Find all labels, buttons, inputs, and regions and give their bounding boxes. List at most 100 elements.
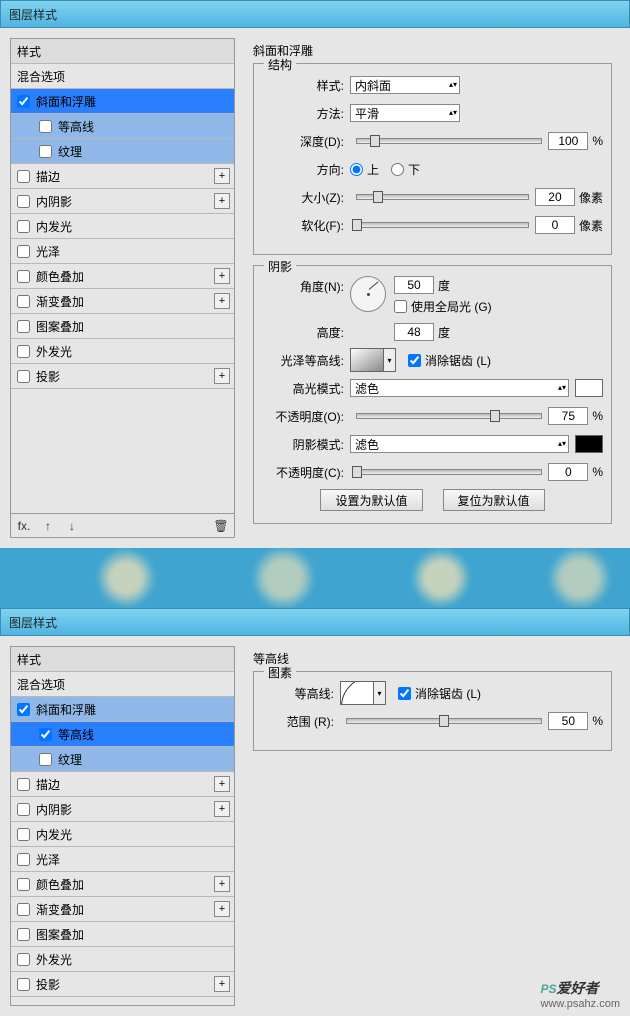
checkbox-satin-2[interactable]	[17, 853, 30, 866]
input-depth[interactable]	[548, 132, 588, 150]
checkbox-bevel-2[interactable]	[17, 703, 30, 716]
add-stroke-button-2[interactable]: +	[214, 776, 230, 792]
sidebar-item-contour-2[interactable]: 等高线	[11, 722, 234, 747]
add-color-overlay-button-2[interactable]: +	[214, 876, 230, 892]
sidebar-blend-options-2[interactable]: 混合选项	[11, 672, 234, 697]
angle-dial[interactable]	[350, 276, 386, 312]
contour-swatch[interactable]	[340, 681, 374, 705]
checkbox-inner-glow-2[interactable]	[17, 828, 30, 841]
slider-shadow-opacity[interactable]	[356, 469, 542, 475]
input-size[interactable]	[535, 188, 575, 206]
move-up-icon[interactable]: ↑	[39, 517, 57, 535]
checkbox-inner-shadow[interactable]	[17, 195, 30, 208]
input-range[interactable]	[548, 712, 588, 730]
sidebar-item-outer-glow[interactable]: 外发光	[11, 339, 234, 364]
input-highlight-opacity[interactable]	[548, 407, 588, 425]
sidebar-item-inner-shadow-2[interactable]: 内阴影 +	[11, 797, 234, 822]
checkbox-texture-2[interactable]	[39, 753, 52, 766]
checkbox-global-light[interactable]: 使用全局光 (G)	[394, 298, 492, 315]
checkbox-satin[interactable]	[17, 245, 30, 258]
add-stroke-button[interactable]: +	[214, 168, 230, 184]
sidebar-item-stroke-2[interactable]: 描边 +	[11, 772, 234, 797]
checkbox-bevel[interactable]	[17, 95, 30, 108]
unit-range: %	[592, 714, 603, 728]
checkbox-inner-glow[interactable]	[17, 220, 30, 233]
sidebar-item-texture-2[interactable]: 纹理	[11, 747, 234, 772]
select-technique[interactable]: 平滑▴▾	[350, 104, 460, 122]
add-inner-shadow-button-2[interactable]: +	[214, 801, 230, 817]
sidebar-item-contour[interactable]: 等高线	[11, 114, 234, 139]
input-soften[interactable]	[535, 216, 575, 234]
add-drop-shadow-button[interactable]: +	[214, 368, 230, 384]
checkbox-color-overlay[interactable]	[17, 270, 30, 283]
input-shadow-opacity[interactable]	[548, 463, 588, 481]
sidebar-item-inner-glow[interactable]: 内发光	[11, 214, 234, 239]
sidebar-item-satin[interactable]: 光泽	[11, 239, 234, 264]
checkbox-inner-shadow-2[interactable]	[17, 803, 30, 816]
checkbox-antialias-contour[interactable]: 消除锯齿 (L)	[398, 685, 481, 702]
checkbox-outer-glow-2[interactable]	[17, 953, 30, 966]
sidebar-item-stroke[interactable]: 描边 +	[11, 164, 234, 189]
sidebar-item-texture[interactable]: 纹理	[11, 139, 234, 164]
fx-menu-icon[interactable]: fx.	[15, 517, 33, 535]
checkbox-gradient-overlay-2[interactable]	[17, 903, 30, 916]
checkbox-pattern-overlay-2[interactable]	[17, 928, 30, 941]
input-altitude[interactable]	[394, 323, 434, 341]
sidebar-item-color-overlay[interactable]: 颜色叠加 +	[11, 264, 234, 289]
add-inner-shadow-button[interactable]: +	[214, 193, 230, 209]
sidebar-item-drop-shadow[interactable]: 投影 +	[11, 364, 234, 389]
slider-soften[interactable]	[356, 222, 529, 228]
checkbox-color-overlay-2[interactable]	[17, 878, 30, 891]
checkbox-texture[interactable]	[39, 145, 52, 158]
select-shadow-mode[interactable]: 滤色▴▾	[350, 435, 569, 453]
sidebar-blend-options[interactable]: 混合选项	[11, 64, 234, 89]
sidebar-item-bevel-2[interactable]: 斜面和浮雕	[11, 697, 234, 722]
slider-highlight-opacity[interactable]	[356, 413, 542, 419]
sidebar-item-outer-glow-2[interactable]: 外发光	[11, 947, 234, 972]
sidebar-item-gradient-overlay-2[interactable]: 渐变叠加 +	[11, 897, 234, 922]
gloss-contour-dropdown[interactable]: ▾	[384, 348, 396, 372]
slider-depth[interactable]	[356, 138, 542, 144]
sidebar-item-bevel[interactable]: 斜面和浮雕	[11, 89, 234, 114]
checkbox-drop-shadow[interactable]	[17, 370, 30, 383]
contour-settings: 等高线 图素 等高线: ▾ 消除锯齿 (L) 范围 (R): %	[245, 646, 620, 1006]
set-default-button[interactable]: 设置为默认值	[320, 489, 422, 511]
add-color-overlay-button[interactable]: +	[214, 268, 230, 284]
sidebar-item-inner-shadow[interactable]: 内阴影 +	[11, 189, 234, 214]
sidebar-item-inner-glow-2[interactable]: 内发光	[11, 822, 234, 847]
label-altitude: 高度:	[262, 324, 350, 341]
add-gradient-overlay-button-2[interactable]: +	[214, 901, 230, 917]
checkbox-antialias-gloss[interactable]: 消除锯齿 (L)	[408, 352, 491, 369]
input-angle[interactable]	[394, 276, 434, 294]
slider-range[interactable]	[346, 718, 542, 724]
contour-dropdown[interactable]: ▾	[374, 681, 386, 705]
select-highlight-mode[interactable]: 滤色▴▾	[350, 379, 569, 397]
reset-default-button[interactable]: 复位为默认值	[443, 489, 545, 511]
checkbox-gradient-overlay[interactable]	[17, 295, 30, 308]
add-gradient-overlay-button[interactable]: +	[214, 293, 230, 309]
add-drop-shadow-button-2[interactable]: +	[214, 976, 230, 992]
checkbox-contour[interactable]	[39, 120, 52, 133]
gloss-contour-swatch[interactable]	[350, 348, 384, 372]
checkbox-outer-glow[interactable]	[17, 345, 30, 358]
checkbox-pattern-overlay[interactable]	[17, 320, 30, 333]
select-style[interactable]: 内斜面▴▾	[350, 76, 460, 94]
checkbox-stroke[interactable]	[17, 170, 30, 183]
highlight-color-swatch[interactable]	[575, 379, 603, 397]
sidebar-item-color-overlay-2[interactable]: 颜色叠加 +	[11, 872, 234, 897]
checkbox-drop-shadow-2[interactable]	[17, 978, 30, 991]
slider-size[interactable]	[356, 194, 529, 200]
trash-icon[interactable]: 🗑	[212, 517, 230, 535]
checkbox-stroke-2[interactable]	[17, 778, 30, 791]
checkbox-contour-2[interactable]	[39, 728, 52, 741]
sidebar-item-pattern-overlay[interactable]: 图案叠加	[11, 314, 234, 339]
sidebar-item-drop-shadow-2[interactable]: 投影 +	[11, 972, 234, 997]
radio-up[interactable]: 上	[350, 161, 379, 178]
move-down-icon[interactable]: ↓	[63, 517, 81, 535]
shadow-color-swatch[interactable]	[575, 435, 603, 453]
sidebar-item-satin-2[interactable]: 光泽	[11, 847, 234, 872]
sidebar-item-gradient-overlay[interactable]: 渐变叠加 +	[11, 289, 234, 314]
sidebar-item-pattern-overlay-2[interactable]: 图案叠加	[11, 922, 234, 947]
radio-down[interactable]: 下	[391, 161, 420, 178]
fieldset-structure: 结构 样式: 内斜面▴▾ 方法: 平滑▴▾ 深度(D): % 方向: 上 下	[253, 63, 612, 255]
